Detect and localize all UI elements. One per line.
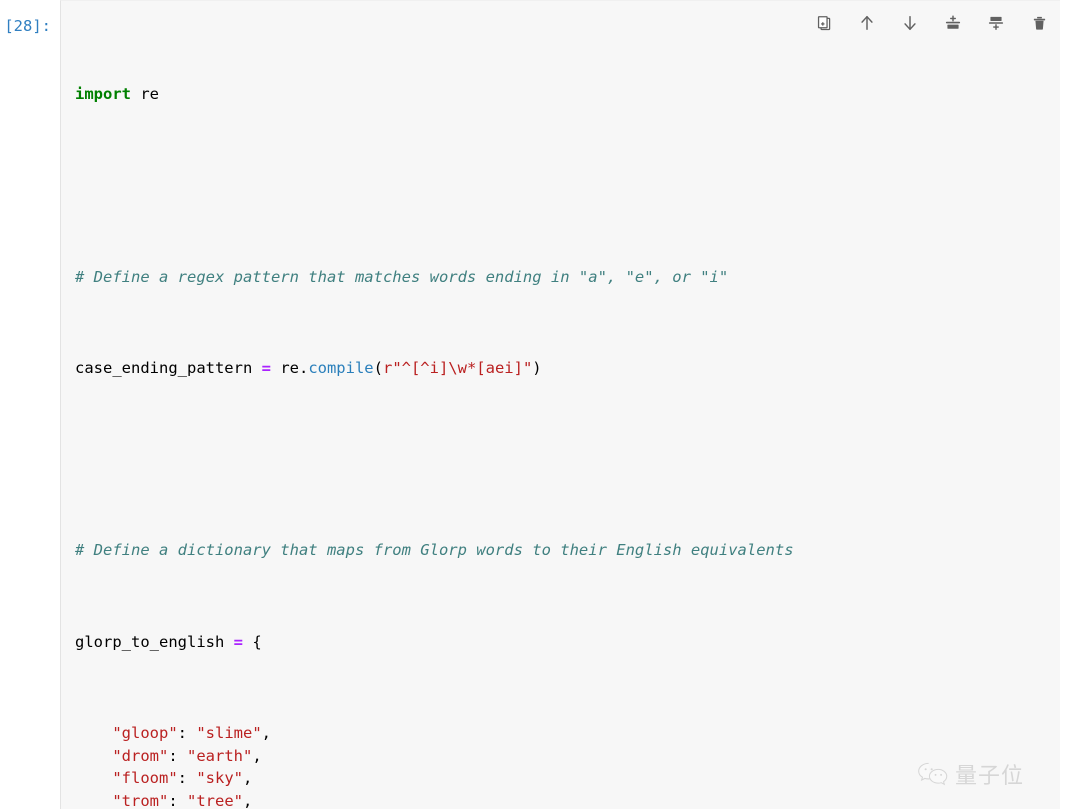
code-line: import re: [75, 83, 1060, 106]
code-cell[interactable]: [28]:: [0, 0, 1080, 809]
token-dict-comma: ,: [252, 747, 261, 765]
token-dict-key: "trom": [112, 792, 168, 809]
token-method-compile: compile: [308, 359, 373, 377]
code-line-dict-entry: "floom": "sky",: [75, 767, 1060, 790]
duplicate-icon: [816, 15, 833, 32]
token-indent: [75, 792, 112, 809]
token-indent: [75, 769, 112, 787]
token-comment-dictionary: # Define a dictionary that maps from Glo…: [75, 541, 794, 559]
token-dict-key: "floom": [112, 769, 177, 787]
token-dict-comma: ,: [243, 792, 252, 809]
code-line-dict-entry: "gloop": "slime",: [75, 722, 1060, 745]
code-line: glorp_to_english = {: [75, 631, 1060, 654]
code-line-dict-entry: "trom": "tree",: [75, 790, 1060, 809]
delete-cell-button[interactable]: [1026, 10, 1052, 36]
token-brace-open: {: [243, 633, 262, 651]
token-dict-separator: :: [178, 769, 197, 787]
token-dict-separator: :: [178, 724, 197, 742]
code-line-blank: [75, 175, 1060, 198]
token-operator-assign: =: [262, 359, 271, 377]
code-line: # Define a regex pattern that matches wo…: [75, 266, 1060, 289]
token-keyword-import: import: [75, 85, 131, 103]
trash-icon: [1031, 15, 1048, 32]
token-module-re: re: [131, 85, 159, 103]
code-editor[interactable]: import re # Define a regex pattern that …: [61, 1, 1060, 809]
code-line: # Define a dictionary that maps from Glo…: [75, 539, 1060, 562]
dictionary-entries: "gloop": "slime", "drom": "earth", "floo…: [75, 722, 1060, 809]
arrow-up-icon: [858, 14, 876, 32]
token-dict-key: "drom": [112, 747, 168, 765]
token-indent: [75, 747, 112, 765]
code-line-blank: [75, 448, 1060, 471]
arrow-down-icon: [901, 14, 919, 32]
insert-cell-below-button[interactable]: [983, 10, 1009, 36]
execution-count-label: [28]:: [4, 17, 51, 35]
notebook-cell-view: [28]:: [0, 0, 1080, 809]
move-cell-up-button[interactable]: [854, 10, 880, 36]
token-dict-comma: ,: [262, 724, 271, 742]
cell-toolbar[interactable]: [811, 10, 1052, 36]
move-cell-down-button[interactable]: [897, 10, 923, 36]
token-dict-key: "gloop": [112, 724, 177, 742]
insert-below-icon: [987, 14, 1005, 32]
token-re-module: re.: [271, 359, 308, 377]
insert-cell-above-button[interactable]: [940, 10, 966, 36]
code-line-dict-entry: "drom": "earth",: [75, 745, 1060, 768]
duplicate-cell-button[interactable]: [811, 10, 837, 36]
token-dict-value: "slime": [196, 724, 261, 742]
cell-input-area[interactable]: import re # Define a regex pattern that …: [60, 0, 1060, 809]
cell-prompt-gutter: [28]:: [0, 0, 60, 809]
token-dict-separator: :: [168, 747, 187, 765]
token-var-glorp-to-english: glorp_to_english: [75, 633, 234, 651]
token-dict-value: "tree": [187, 792, 243, 809]
code-line: case_ending_pattern = re.compile(r"^[^i]…: [75, 357, 1060, 380]
token-indent: [75, 724, 112, 742]
token-comment-regex-pattern: # Define a regex pattern that matches wo…: [75, 268, 728, 286]
token-dict-value: "sky": [196, 769, 243, 787]
token-operator-assign: =: [234, 633, 243, 651]
token-dict-value: "earth": [187, 747, 252, 765]
token-string-regex: r"^[^i]\w*[aei]": [383, 359, 532, 377]
token-dict-comma: ,: [243, 769, 252, 787]
token-dict-separator: :: [168, 792, 187, 809]
token-var-case-ending-pattern: case_ending_pattern: [75, 359, 262, 377]
insert-above-icon: [944, 14, 962, 32]
token-paren-open: (: [374, 359, 383, 377]
token-paren-close: ): [532, 359, 541, 377]
